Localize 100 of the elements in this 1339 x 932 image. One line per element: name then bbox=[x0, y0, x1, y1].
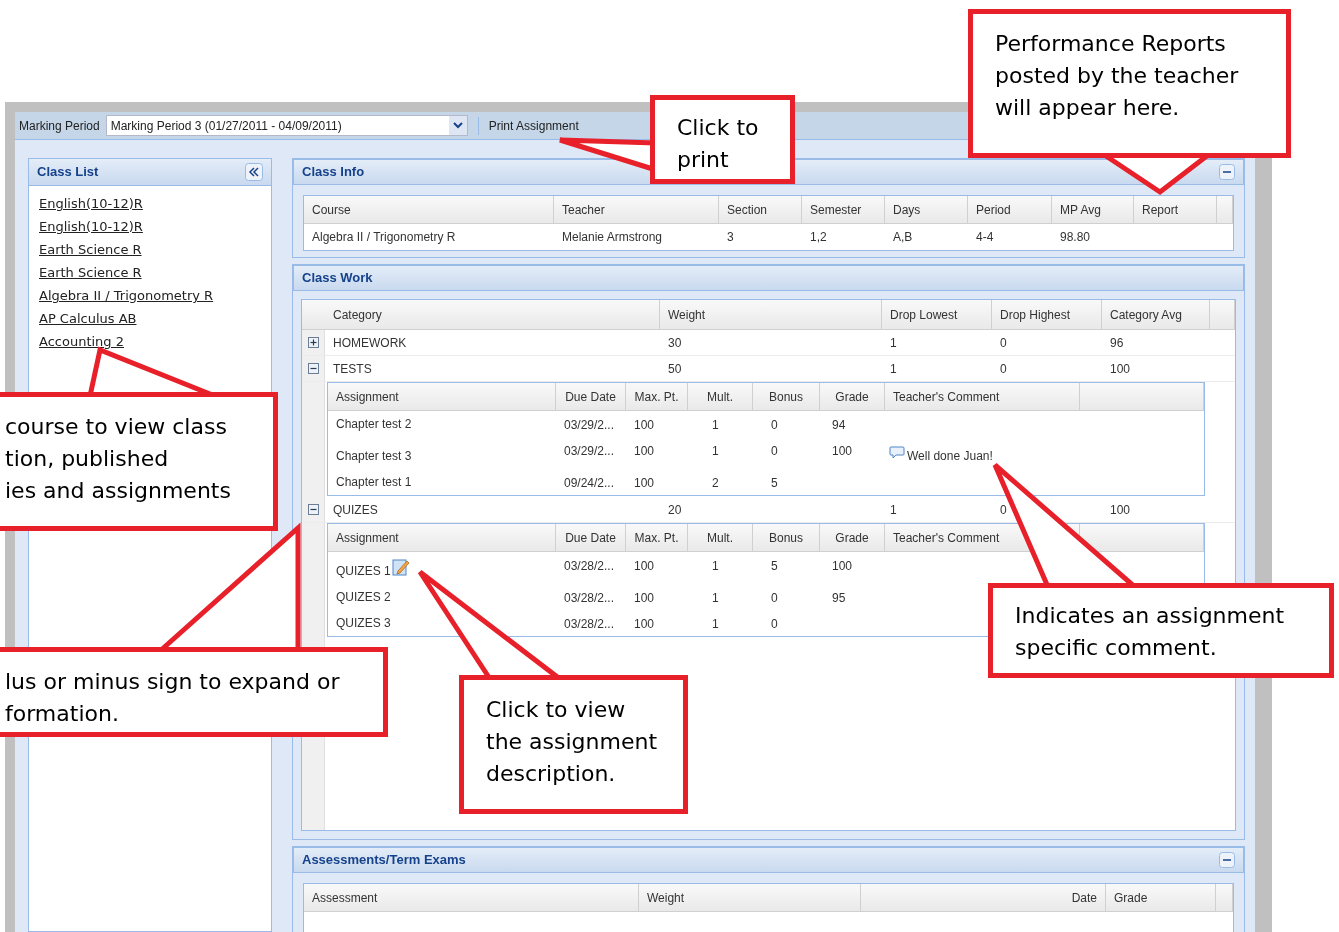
course-link[interactable]: English(10-12)R bbox=[39, 218, 143, 236]
column-header: Semester bbox=[802, 196, 885, 223]
field-label: Marking Period bbox=[19, 117, 100, 135]
table-cell-text: 100 bbox=[634, 616, 655, 633]
course-link[interactable]: English(10-12)R bbox=[39, 195, 143, 213]
table-cell-text: Melanie Armstrong bbox=[562, 229, 663, 246]
column-header: Category bbox=[325, 300, 660, 329]
marking-period-dropdown[interactable]: Marking Period 3 (01/27/2011 - 04/09/2011) bbox=[105, 115, 468, 136]
print-button[interactable]: Print Assignment bbox=[484, 116, 583, 135]
course-link[interactable]: Earth Science R bbox=[39, 241, 142, 259]
table-cell-text: HOMEWORK bbox=[333, 334, 407, 352]
panel-title: Assessments/Term Exams bbox=[302, 851, 466, 870]
column-header: Period bbox=[968, 196, 1052, 223]
course-link[interactable]: AP Calculus AB bbox=[39, 310, 137, 328]
table-cell-text: 100 bbox=[634, 475, 655, 492]
table-cell-text: QUIZES 1 bbox=[336, 563, 391, 580]
column-header: Date bbox=[861, 884, 1106, 911]
column-header: Report bbox=[1134, 196, 1217, 223]
column-header: Grade bbox=[820, 383, 885, 410]
table-cell-text: 100 bbox=[634, 558, 655, 575]
column-header: Mult. bbox=[688, 524, 753, 551]
plus-toggle[interactable] bbox=[308, 337, 319, 348]
table-cell-text: 5 bbox=[771, 475, 778, 492]
table-cell-text: 0 bbox=[1000, 501, 1007, 519]
table-cell-text: 1 bbox=[890, 334, 897, 352]
table-cell-text: 2 bbox=[712, 475, 719, 492]
callout: Click to view the assignment description. bbox=[459, 675, 688, 814]
table-cell-text: 03/28/2... bbox=[564, 558, 615, 575]
table-cell-text: 94 bbox=[832, 417, 846, 434]
column-header: Section bbox=[719, 196, 802, 223]
collapse-icon[interactable] bbox=[1219, 164, 1235, 180]
column-header: Max. Pt. bbox=[626, 524, 688, 551]
column-header: Due Date bbox=[556, 524, 626, 551]
table-cell-text: 1 bbox=[712, 417, 719, 434]
table-cell-text: 03/29/2... bbox=[564, 417, 615, 434]
table-cell-text: QUIZES 3 bbox=[336, 615, 391, 632]
table-cell-text: Chapter test 2 bbox=[336, 416, 412, 433]
column-header: Max. Pt. bbox=[626, 383, 688, 410]
notepad-pencil-icon[interactable] bbox=[391, 558, 410, 576]
course-link[interactable]: Earth Science R bbox=[39, 264, 142, 282]
table-cell-text: 50 bbox=[668, 360, 682, 378]
column-header: Grade bbox=[820, 524, 885, 551]
column-header: Weight bbox=[660, 300, 882, 329]
table-cell-text: 1 bbox=[712, 443, 719, 460]
course-link[interactable]: Accounting 2 bbox=[39, 333, 124, 351]
column-header: Assignment bbox=[328, 524, 556, 551]
table-cell-text: 03/28/2... bbox=[564, 590, 615, 607]
column-header: Category Avg bbox=[1102, 300, 1210, 329]
table-cell-text: 0 bbox=[771, 590, 778, 607]
table-cell-text: 0 bbox=[1000, 334, 1007, 352]
table-cell-text: QUIZES bbox=[333, 501, 378, 519]
table-cell-text: Chapter test 3 bbox=[336, 448, 412, 465]
speech-bubble-icon bbox=[889, 446, 905, 460]
table-cell-text: 100 bbox=[634, 417, 655, 434]
table-cell-text: 0 bbox=[771, 417, 778, 434]
teacher-comment: Well done Juan! bbox=[907, 448, 993, 465]
panel-title: Class Info bbox=[302, 163, 365, 182]
collapse-icon[interactable] bbox=[1219, 852, 1235, 868]
course-link[interactable]: Algebra II / Trigonometry R bbox=[39, 287, 214, 305]
table-cell-text: QUIZES 2 bbox=[336, 589, 391, 606]
column-header: Teacher bbox=[554, 196, 719, 223]
table-cell-text: 100 bbox=[1110, 360, 1131, 378]
double-chevron-left-icon[interactable] bbox=[245, 163, 263, 181]
table-cell-text: 09/24/2... bbox=[564, 475, 615, 492]
table-cell-text: 100 bbox=[832, 443, 853, 460]
table-cell-text: 03/29/2... bbox=[564, 443, 615, 460]
panel-title: Class Work bbox=[302, 269, 373, 288]
table-cell-text: 4-4 bbox=[976, 229, 994, 246]
minus-toggle[interactable] bbox=[308, 363, 319, 374]
column-header: Bonus bbox=[753, 383, 820, 410]
column-header: Bonus bbox=[753, 524, 820, 551]
column-header: Due Date bbox=[556, 383, 626, 410]
table-cell-text: 20 bbox=[668, 501, 682, 519]
column-header: Drop Highest bbox=[992, 300, 1102, 329]
callout: Click to print bbox=[650, 95, 795, 184]
table-cell-text: 5 bbox=[771, 558, 778, 575]
column-header: Course bbox=[304, 196, 554, 223]
table-cell-text: 3 bbox=[727, 229, 734, 246]
minus-toggle[interactable] bbox=[308, 504, 319, 515]
table-cell-text: 98.80 bbox=[1060, 229, 1091, 246]
table-cell-text: 03/28/2... bbox=[564, 616, 615, 633]
table-cell-text: 1 bbox=[712, 616, 719, 633]
table-cell-text: 100 bbox=[832, 558, 853, 575]
table-cell-text: 96 bbox=[1110, 334, 1124, 352]
table-cell-text: 1 bbox=[712, 590, 719, 607]
table-cell-text: 100 bbox=[1110, 501, 1131, 519]
table-cell-text: 1,2 bbox=[810, 229, 827, 246]
table-cell-text: 1 bbox=[712, 558, 719, 575]
callout: lus or minus sign to expand or formation. bbox=[0, 647, 388, 737]
chevron-down-icon[interactable] bbox=[448, 116, 467, 135]
column-header: MP Avg bbox=[1052, 196, 1134, 223]
column-header: Assignment bbox=[328, 383, 556, 410]
column-header: Mult. bbox=[688, 383, 753, 410]
callout: Indicates an assignment specific comment. bbox=[988, 583, 1334, 678]
column-header: Grade bbox=[1106, 884, 1216, 911]
column-header: Drop Lowest bbox=[882, 300, 992, 329]
table-cell-text: A,B bbox=[893, 229, 913, 246]
table-cell-text: 1 bbox=[890, 360, 897, 378]
table-cell-text: 0 bbox=[1000, 360, 1007, 378]
table-cell-text: Chapter test 1 bbox=[336, 474, 412, 491]
